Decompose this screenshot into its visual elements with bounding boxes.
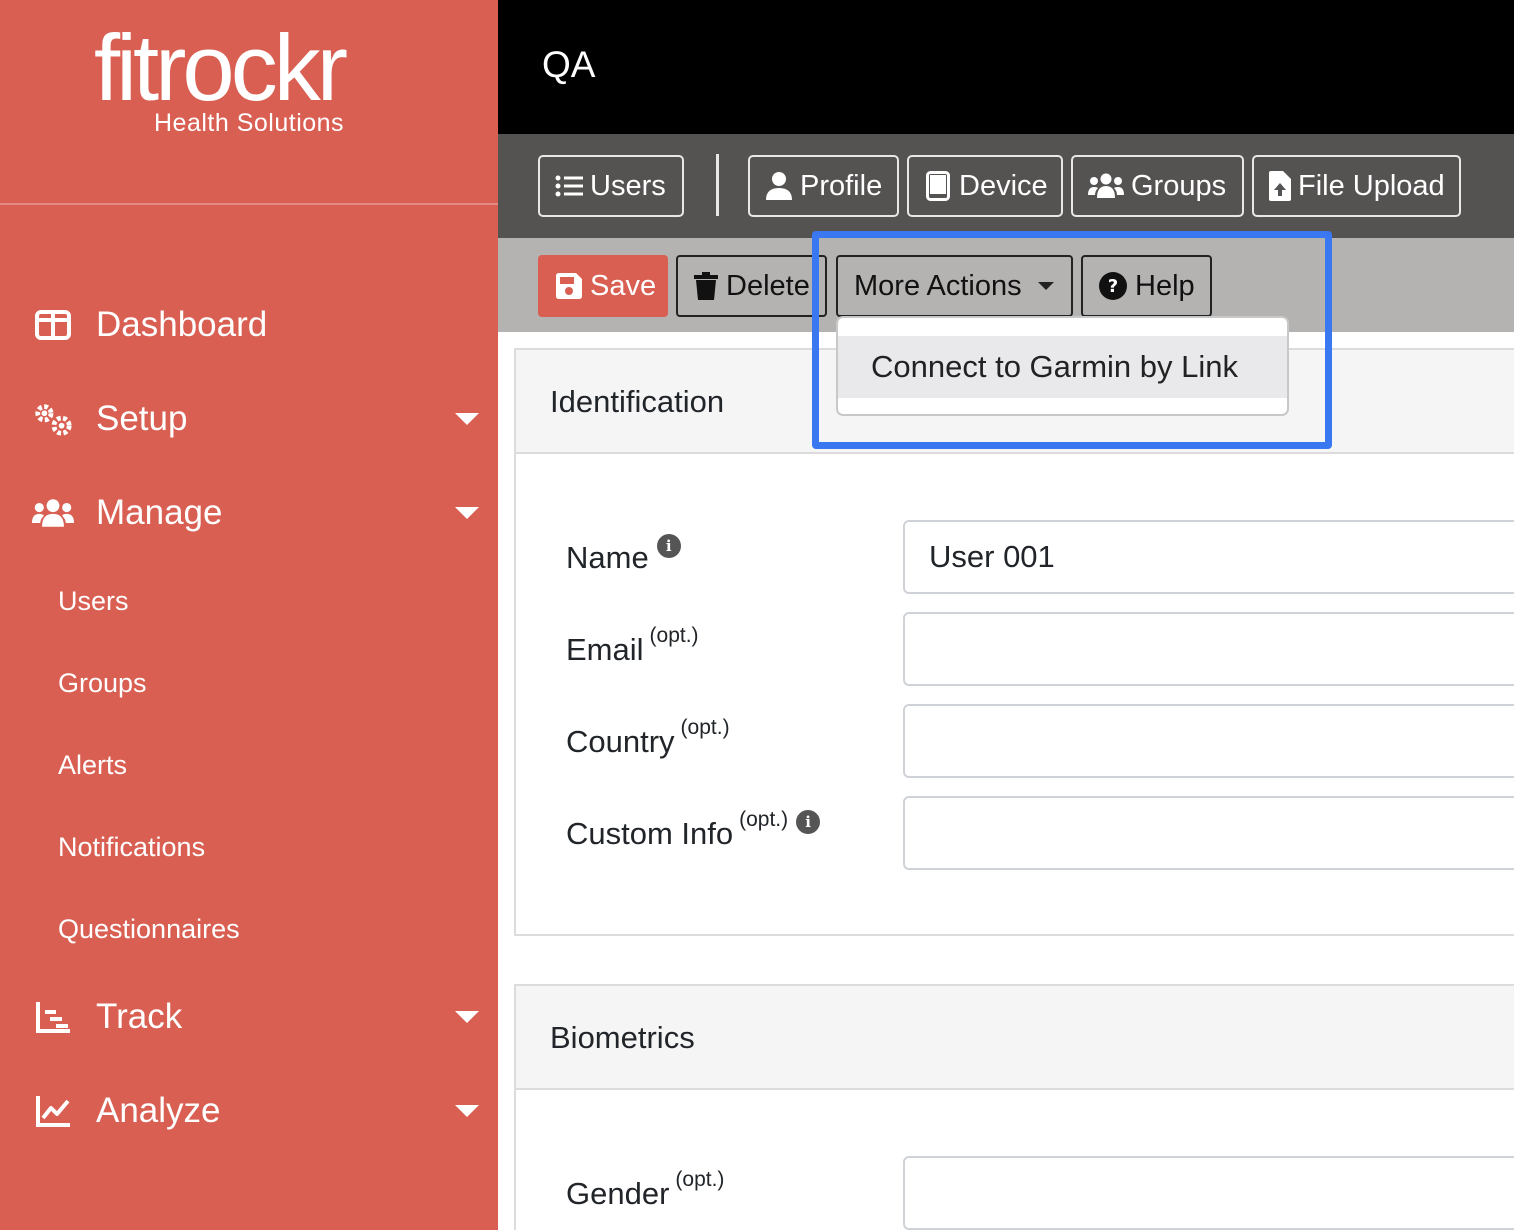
sidebar-item-dashboard[interactable]: Dashboard <box>0 295 498 355</box>
tab-label: Users <box>590 169 666 202</box>
info-icon[interactable]: i <box>656 534 681 558</box>
tab-users[interactable]: Users <box>538 155 684 217</box>
name-label: Name i <box>566 534 681 576</box>
save-label: Save <box>590 269 657 302</box>
sidebar-item-label: Track <box>96 997 183 1036</box>
name-field[interactable] <box>903 520 1514 594</box>
sidebar-item-manage[interactable]: Manage <box>0 483 498 543</box>
sidebar-item-label: Dashboard <box>96 305 268 344</box>
field-label-text: Country <box>566 724 675 759</box>
page-title: QA <box>542 44 596 85</box>
track-icon <box>32 997 74 1037</box>
chevron-down-icon <box>455 507 479 519</box>
email-label: Email (opt.) <box>566 624 699 668</box>
tab-file-upload[interactable]: File Upload <box>1252 155 1461 217</box>
trash-icon <box>694 272 718 300</box>
optional-marker: (opt.) <box>739 808 789 831</box>
info-icon[interactable]: i <box>796 810 821 834</box>
file-upload-icon <box>1268 171 1292 201</box>
chart-line-icon <box>32 1091 74 1131</box>
optional-marker: (opt.) <box>680 716 730 739</box>
custom-info-label: Custom Info (opt.) i <box>566 808 821 852</box>
tab-divider <box>716 154 719 216</box>
sidebar-item-label: Manage <box>96 493 223 532</box>
sidebar-subitem-alerts[interactable]: Alerts <box>58 750 127 781</box>
optional-marker: (opt.) <box>675 1168 725 1191</box>
sidebar-item-track[interactable]: Track <box>0 987 498 1047</box>
optional-marker: (opt.) <box>649 624 699 647</box>
sidebar-subitem-groups[interactable]: Groups <box>58 668 147 699</box>
highlight-box <box>812 231 1332 449</box>
tab-groups[interactable]: Groups <box>1071 155 1244 217</box>
brand-tagline: Health Solutions <box>154 109 345 137</box>
list-icon <box>554 171 584 201</box>
field-label-text: Name <box>566 540 649 575</box>
chevron-down-icon <box>455 413 479 425</box>
tab-device[interactable]: Device <box>907 155 1063 217</box>
field-label-text: Gender <box>566 1176 670 1211</box>
sidebar-subitem-questionnaires[interactable]: Questionnaires <box>58 914 240 945</box>
users-icon <box>1087 171 1125 201</box>
top-bar: QA <box>498 0 1514 134</box>
tab-profile[interactable]: Profile <box>748 155 899 217</box>
user-icon <box>764 171 794 201</box>
brand-logo[interactable]: fitrockr Health Solutions <box>0 0 498 205</box>
sidebar: fitrockr Health Solutions Dashboard Setu… <box>0 0 498 1230</box>
sidebar-subitem-notifications[interactable]: Notifications <box>58 832 205 863</box>
sidebar-subitem-users[interactable]: Users <box>58 586 129 617</box>
country-field[interactable] <box>903 704 1514 778</box>
tablet-icon <box>923 171 953 201</box>
sidebar-item-label: Setup <box>96 399 188 438</box>
card-title: Identification <box>550 384 725 419</box>
dashboard-icon <box>32 305 74 345</box>
chevron-down-icon <box>455 1105 479 1117</box>
biometrics-card: Biometrics Gender (opt.) <box>514 984 1514 1230</box>
sidebar-item-setup[interactable]: Setup <box>0 389 498 449</box>
delete-button[interactable]: Delete <box>676 255 827 317</box>
field-label-text: Email <box>566 632 644 667</box>
tab-label: Groups <box>1131 169 1227 202</box>
tab-bar: Users Profile Device Groups File Upload <box>498 134 1514 238</box>
sidebar-item-analyze[interactable]: Analyze <box>0 1081 498 1141</box>
email-field[interactable] <box>903 612 1514 686</box>
gears-icon <box>32 399 74 439</box>
users-icon <box>32 493 74 533</box>
delete-label: Delete <box>726 269 810 302</box>
save-button[interactable]: Save <box>538 255 668 317</box>
card-header: Biometrics <box>516 986 1514 1090</box>
country-label: Country (opt.) <box>566 716 730 760</box>
tab-label: Device <box>959 169 1048 202</box>
card-title: Biometrics <box>550 1020 695 1055</box>
tab-label: File Upload <box>1298 169 1445 202</box>
gender-label: Gender (opt.) <box>566 1168 724 1212</box>
gender-field[interactable] <box>903 1156 1514 1230</box>
brand-name: fitrockr <box>94 15 348 120</box>
field-label-text: Custom Info <box>566 816 734 851</box>
chevron-down-icon <box>455 1011 479 1023</box>
save-icon <box>556 273 582 299</box>
tab-label: Profile <box>800 169 883 202</box>
sidebar-item-label: Analyze <box>96 1091 221 1130</box>
custom-info-field[interactable] <box>903 796 1514 870</box>
